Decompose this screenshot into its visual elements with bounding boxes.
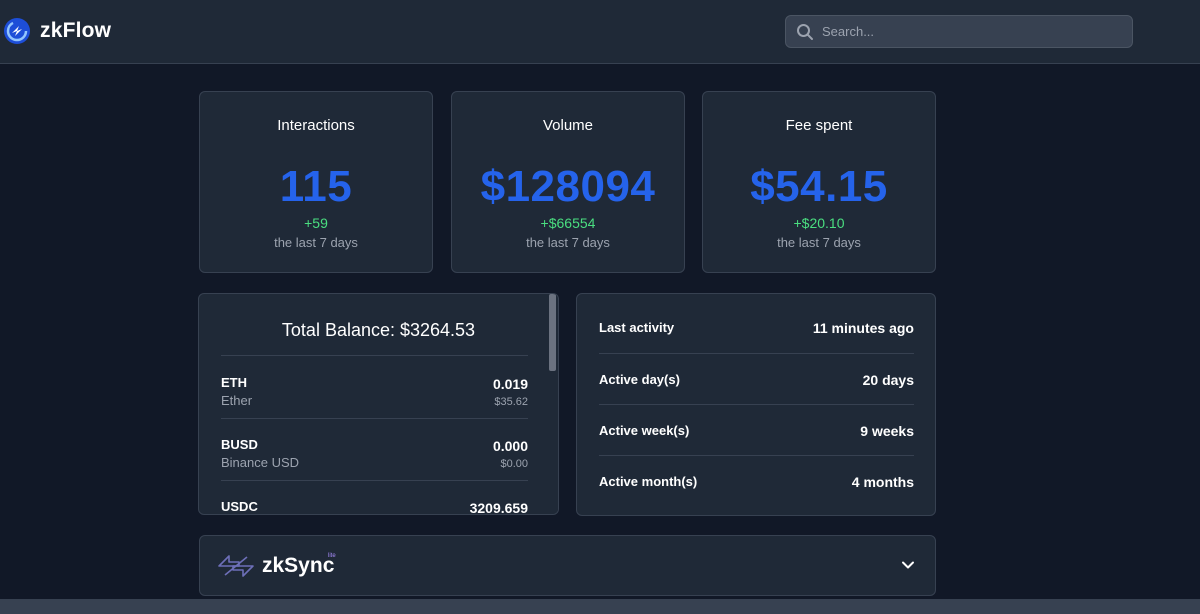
token-symbol: ETH xyxy=(221,375,247,390)
token-row-usdc: USDC 3209.659 xyxy=(221,499,528,515)
balance-title: Total Balance: $3264.53 xyxy=(281,320,476,340)
activity-row-active-days: Active day(s) 20 days xyxy=(599,372,914,424)
token-symbol: USDC xyxy=(221,499,258,514)
brand[interactable]: zkFlow xyxy=(4,18,111,44)
stat-card-volume: Volume $128094 +$66554 the last 7 days xyxy=(451,91,685,273)
stat-delta: +$20.10 xyxy=(793,215,845,231)
token-amount: 3209.659 xyxy=(469,500,528,515)
zksync-title: zkSync xyxy=(262,554,335,577)
divider xyxy=(221,355,528,356)
divider xyxy=(221,418,528,419)
activity-value: 9 weeks xyxy=(860,423,914,439)
divider xyxy=(221,480,528,481)
activity-value: 4 months xyxy=(851,474,914,490)
bottom-edge xyxy=(0,599,1200,614)
token-symbol: BUSD xyxy=(221,437,258,452)
balance-card[interactable]: Total Balance: $3264.53 ETH Ether 0.019 … xyxy=(198,293,559,515)
token-amount: 0.000 xyxy=(492,438,528,454)
chevron-down-icon[interactable] xyxy=(901,558,915,572)
search-icon xyxy=(797,23,813,40)
search-box[interactable] xyxy=(785,15,1133,48)
stat-period: the last 7 days xyxy=(274,235,358,250)
scrollbar[interactable] xyxy=(548,294,558,514)
activity-label: Active day(s) xyxy=(599,372,680,387)
token-usd-value: $0.00 xyxy=(500,458,528,470)
activity-label: Active week(s) xyxy=(599,423,690,438)
stat-value: $128094 xyxy=(480,162,656,211)
activity-label: Last activity xyxy=(599,320,675,335)
activity-row-active-weeks: Active week(s) 9 weeks xyxy=(599,423,914,475)
stat-delta: +59 xyxy=(304,215,328,231)
stat-period: the last 7 days xyxy=(777,235,861,250)
activity-value: 20 days xyxy=(862,372,914,388)
stat-value: $54.15 xyxy=(750,162,888,211)
activity-card: Last activity 11 minutes ago Active day(… xyxy=(576,293,936,516)
zkflow-logo-icon xyxy=(4,18,30,44)
divider xyxy=(599,404,914,405)
divider xyxy=(599,455,914,456)
stat-title: Volume xyxy=(542,117,594,134)
activity-value: 11 minutes ago xyxy=(812,320,914,336)
brand-name: zkFlow xyxy=(40,19,112,42)
stat-period: the last 7 days xyxy=(526,235,610,250)
stat-value: 115 xyxy=(279,162,353,211)
scrollbar-thumb[interactable] xyxy=(549,294,556,371)
activity-row-active-months: Active month(s) 4 months xyxy=(599,474,914,526)
stat-card-fee-spent: Fee spent $54.15 +$20.10 the last 7 days xyxy=(702,91,936,273)
token-name: Ether xyxy=(221,393,253,408)
zksync-lite-badge: lite xyxy=(328,553,336,559)
divider xyxy=(599,353,914,354)
stat-title: Fee spent xyxy=(785,117,853,134)
search-input[interactable] xyxy=(822,24,1122,39)
stat-title: Interactions xyxy=(277,117,355,134)
token-usd-value: $35.62 xyxy=(494,396,528,408)
stat-delta: +$66554 xyxy=(540,215,596,231)
stat-card-interactions: Interactions 115 +59 the last 7 days xyxy=(199,91,433,273)
zksync-section-toggle[interactable]: zkSync lite xyxy=(199,535,936,596)
activity-label: Active month(s) xyxy=(599,474,698,489)
token-amount: 0.019 xyxy=(492,376,528,392)
activity-row-last-activity: Last activity 11 minutes ago xyxy=(599,320,914,372)
token-name: Binance USD xyxy=(221,455,300,470)
top-bar: zkFlow xyxy=(0,0,1200,64)
zksync-logo-icon xyxy=(218,555,254,577)
